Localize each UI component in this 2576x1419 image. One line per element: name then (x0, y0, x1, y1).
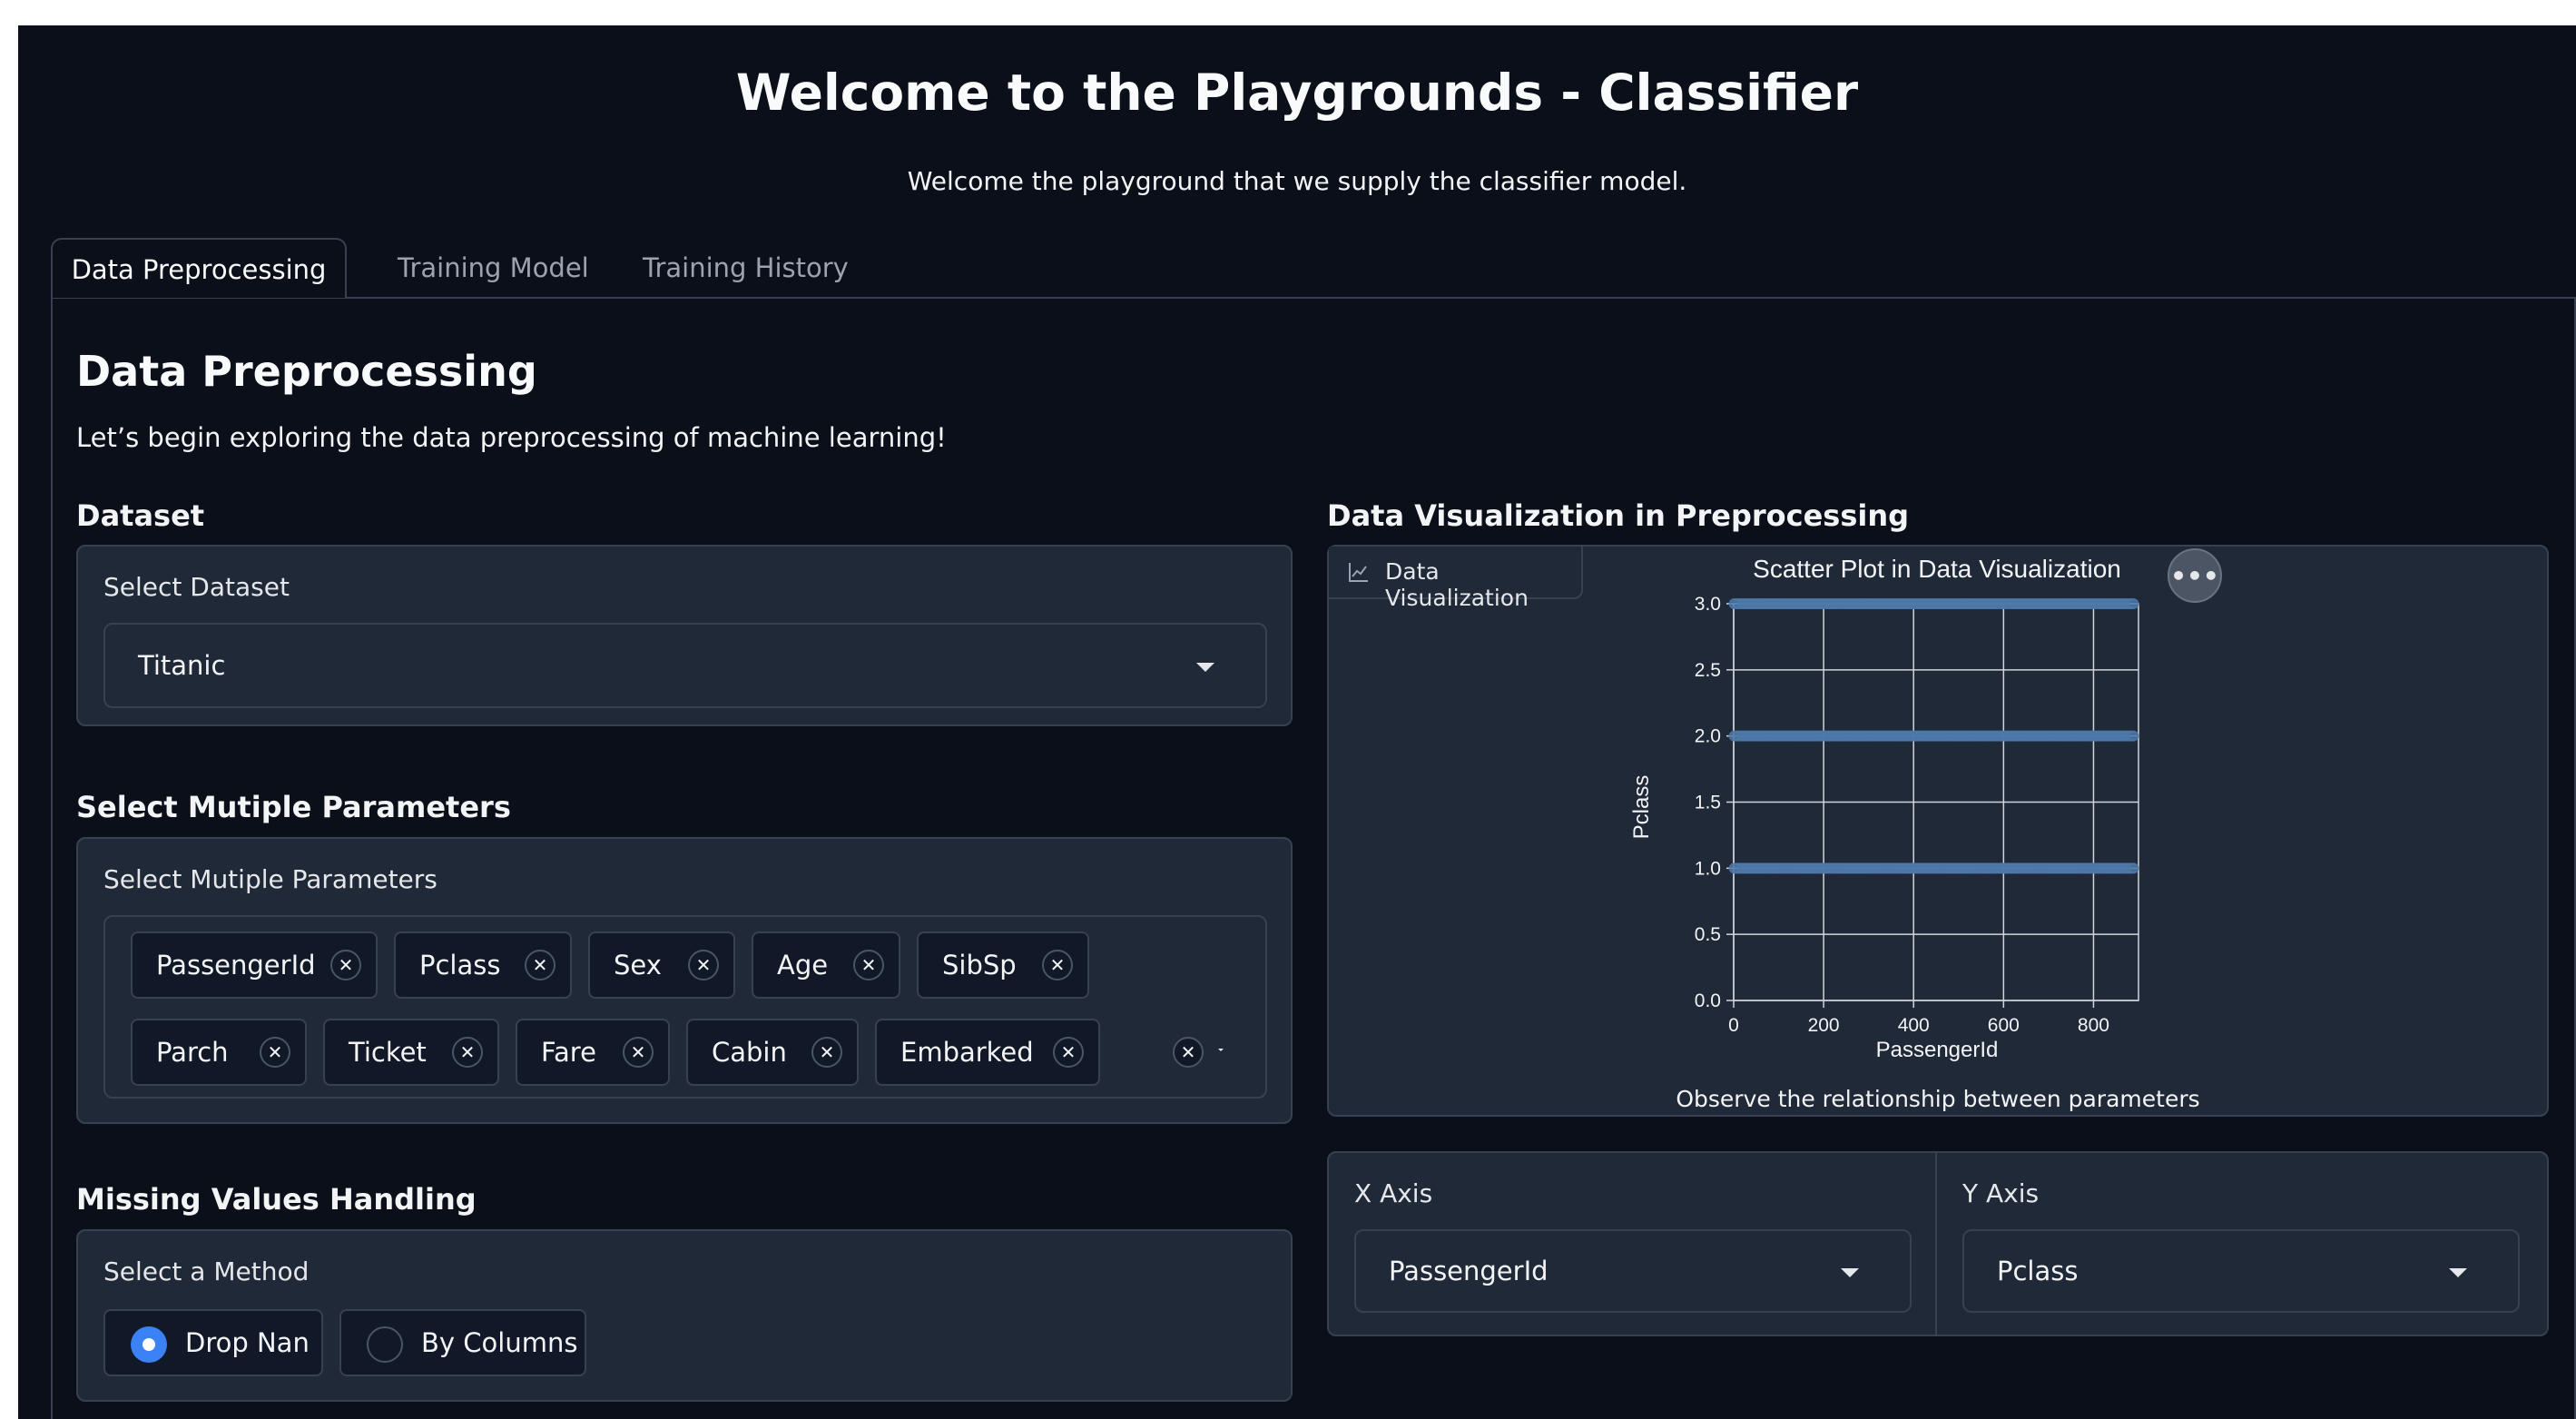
chip-parch: Parch ✕ (131, 1019, 307, 1086)
chevron-down-icon (1196, 663, 1214, 672)
y-tick-label: 0.5 (1695, 924, 1721, 945)
axis-selector-block: X Axis PassengerId Y Axis Pclass (1327, 1151, 2549, 1336)
chip-fare: Fare ✕ (516, 1019, 670, 1086)
y-tick-label: 2.5 (1695, 660, 1721, 681)
x-axis-dropdown[interactable]: PassengerId (1354, 1229, 1912, 1313)
y-tick-label: 0.0 (1695, 990, 1721, 1011)
y-axis-title: Y Axis (1962, 1178, 2040, 1208)
x-tick-label: 400 (1898, 1015, 1930, 1036)
chevron-down-icon (1841, 1268, 1859, 1277)
dataset-block: Select Dataset Titanic (76, 545, 1293, 726)
visualization-block: Data Visualization ••• Scatter Plot in D… (1327, 545, 2549, 1117)
plot-caption: Observe the relationship between paramet… (1676, 1086, 2200, 1112)
x-axis-title: X Axis (1354, 1178, 1433, 1208)
y-tick-label: 1.5 (1695, 793, 1721, 813)
chip-cabin: Cabin ✕ (686, 1019, 859, 1086)
remove-chip-icon[interactable]: ✕ (452, 1037, 483, 1068)
visualization-section-title: Data Visualization in Preprocessing (1327, 498, 1910, 533)
chip-sex: Sex ✕ (588, 931, 735, 999)
x-tick-label: 800 (2078, 1015, 2109, 1036)
x-axis-value: PassengerId (1389, 1256, 1549, 1286)
remove-chip-icon[interactable]: ✕ (1053, 1037, 1084, 1068)
y-axis-label: Pclass (1629, 775, 1654, 840)
chart-icon (1349, 563, 1368, 582)
chevron-down-icon (2449, 1268, 2467, 1277)
x-axis-group: X Axis PassengerId (1329, 1153, 1935, 1335)
remove-chip-icon[interactable]: ✕ (330, 950, 361, 980)
chevron-down-icon[interactable] (1218, 1049, 1224, 1051)
clear-all-icon[interactable]: ✕ (1173, 1037, 1204, 1068)
tab-data-preprocessing[interactable]: Data Preprocessing (51, 238, 347, 298)
remove-chip-icon[interactable]: ✕ (623, 1037, 654, 1068)
dataset-value: Titanic (138, 650, 226, 681)
remove-chip-icon[interactable]: ✕ (811, 1037, 842, 1068)
dataset-section-title: Dataset (76, 498, 205, 533)
chip-passengerid: PassengerId ✕ (131, 931, 378, 999)
x-tick-label: 200 (1808, 1015, 1840, 1036)
y-tick-label: 1.0 (1695, 858, 1721, 879)
radio-selected-icon (131, 1326, 167, 1363)
tab-training-history[interactable]: Training History (643, 238, 849, 298)
chip-ticket: Ticket ✕ (323, 1019, 499, 1086)
more-options-icon[interactable]: ••• (2168, 548, 2222, 603)
remove-chip-icon[interactable]: ✕ (1042, 950, 1073, 980)
page-subtitle: Welcome the playground that we supply th… (907, 166, 1687, 196)
dataset-label: Select Dataset (103, 572, 290, 602)
chart-title: Scatter Plot in Data Visualization (1753, 555, 2121, 583)
radio-unselected-icon (367, 1326, 403, 1363)
panel-intro: Let’s begin exploring the data preproces… (76, 422, 947, 453)
panel-heading: Data Preprocessing (76, 347, 537, 396)
parameters-block: Select Mutiple Parameters PassengerId ✕ P… (76, 837, 1293, 1124)
chart-grid (1733, 603, 2139, 1001)
y-axis-dropdown[interactable]: Pclass (1962, 1229, 2520, 1313)
missing-label: Select a Method (103, 1256, 310, 1286)
x-tick-label: 600 (1988, 1015, 2020, 1036)
dataset-dropdown[interactable]: Titanic (103, 623, 1267, 708)
tab-training-model[interactable]: Training Model (398, 238, 589, 298)
radio-drop-nan[interactable]: Drop Nan (103, 1309, 323, 1376)
y-axis-value: Pclass (1997, 1256, 2079, 1286)
parameters-multiselect[interactable]: PassengerId ✕ Pclass ✕ Sex ✕ Age ✕ SibSp ✕ Pa… (103, 915, 1267, 1099)
remove-chip-icon[interactable]: ✕ (853, 950, 884, 980)
x-tick-label: 0 (1728, 1015, 1739, 1036)
chip-embarked: Embarked ✕ (875, 1019, 1100, 1086)
page-title: Welcome to the Playgrounds - Classifier (735, 64, 1859, 122)
y-tick-label: 3.0 (1695, 594, 1721, 615)
y-axis-group: Y Axis Pclass (1937, 1153, 2551, 1335)
remove-chip-icon[interactable]: ✕ (260, 1037, 290, 1068)
plot-label-tag: Data Visualization (1329, 547, 1583, 611)
remove-chip-icon[interactable]: ✕ (525, 950, 556, 980)
missing-section-title: Missing Values Handling (76, 1182, 477, 1217)
chip-pclass: Pclass ✕ (394, 931, 572, 999)
chip-sibsp: SibSp ✕ (917, 931, 1089, 999)
parameters-section-title: Select Mutiple Parameters (76, 790, 511, 824)
chip-age: Age ✕ (752, 931, 900, 999)
parameters-label: Select Mutiple Parameters (103, 864, 438, 894)
scatter-plot: Scatter Plot in Data Visualization 0 200 4… (1629, 555, 2139, 1062)
x-axis-label: PassengerId (1876, 1038, 1999, 1062)
remove-chip-icon[interactable]: ✕ (688, 950, 719, 980)
radio-by-columns[interactable]: By Columns (339, 1309, 586, 1376)
y-tick-label: 2.0 (1695, 726, 1721, 747)
app-window: Welcome to the Playgrounds - Classifier … (18, 25, 2576, 1419)
missing-block: Select a Method Drop Nan By Columns (76, 1229, 1293, 1402)
